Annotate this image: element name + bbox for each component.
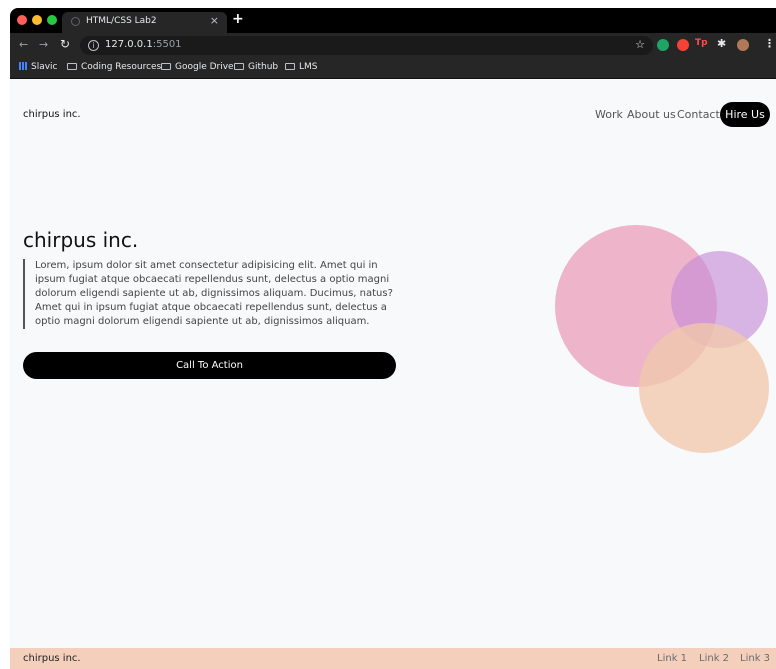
folder-icon [234, 63, 244, 70]
back-arrow-icon[interactable]: ← [19, 38, 28, 51]
url-host: 127.0.0.1 [105, 39, 153, 50]
bar-chart-icon [19, 62, 27, 70]
tab-strip: HTML/CSS Lab2 × + [10, 8, 776, 33]
bookmarks-bar: Slavic Coding Resources Google Drive Git… [10, 58, 776, 79]
browser-window: HTML/CSS Lab2 × + ← → ↻ i 127.0.0.1:5501… [10, 8, 776, 669]
profile-avatar-icon[interactable] [737, 39, 749, 51]
bookmark-google-drive[interactable]: Google Drive [161, 62, 234, 72]
reload-icon[interactable]: ↻ [60, 37, 70, 51]
footer-brand: chirpus inc. [23, 653, 81, 664]
folder-icon [67, 63, 77, 70]
folder-icon [161, 63, 171, 70]
tab-title: HTML/CSS Lab2 [86, 16, 157, 26]
globe-icon [71, 17, 80, 26]
footer-link-3[interactable]: Link 3 [740, 653, 770, 664]
decorative-peach-circle [639, 323, 769, 453]
header-brand[interactable]: chirpus inc. [23, 109, 81, 120]
tab-close-icon[interactable]: × [210, 14, 219, 27]
grammarly-extension-icon[interactable] [657, 39, 669, 51]
bookmark-label: Google Drive [175, 62, 234, 72]
nav-link-contact[interactable]: Contact [677, 108, 720, 121]
new-tab-button[interactable]: + [232, 11, 244, 27]
hire-us-button[interactable]: Hire Us [720, 102, 770, 127]
browser-tab[interactable]: HTML/CSS Lab2 × [62, 12, 227, 33]
maximize-window-icon[interactable] [47, 15, 57, 25]
hero-title: chirpus inc. [23, 228, 139, 252]
puzzle-extensions-icon[interactable]: ✱ [717, 37, 726, 50]
call-to-action-button[interactable]: Call To Action [23, 352, 396, 379]
footer-link-2[interactable]: Link 2 [699, 653, 729, 664]
footer-link-1[interactable]: Link 1 [657, 653, 687, 664]
bookmark-label: Coding Resources [81, 62, 162, 72]
tp-extension-icon[interactable]: Tp [695, 38, 708, 48]
browser-toolbar: ← → ↻ i 127.0.0.1:5501 ☆ Tp ✱ ⋮ [10, 33, 776, 58]
bookmark-github[interactable]: Github [234, 62, 278, 72]
minimize-window-icon[interactable] [32, 15, 42, 25]
nav-link-work[interactable]: Work [595, 108, 623, 121]
kebab-menu-icon[interactable]: ⋮ [764, 37, 775, 50]
bookmark-label: Slavic [31, 62, 58, 72]
bookmark-lms[interactable]: LMS [285, 62, 318, 72]
bookmark-label: LMS [299, 62, 318, 72]
hero-text: Lorem, ipsum dolor sit amet consectetur … [23, 259, 394, 329]
bookmark-slavic[interactable]: Slavic [19, 62, 58, 72]
address-bar[interactable]: i 127.0.0.1:5501 ☆ [80, 36, 653, 55]
nav-link-about[interactable]: About us [627, 108, 676, 121]
web-page: chirpus inc. Work About us Contact Hire … [10, 79, 776, 669]
footer: chirpus inc. Link 1 Link 2 Link 3 [10, 648, 776, 669]
url-text[interactable]: 127.0.0.1:5501 [105, 39, 182, 50]
close-window-icon[interactable] [17, 15, 27, 25]
bookmark-label: Github [248, 62, 279, 72]
adblock-extension-icon[interactable] [677, 39, 689, 51]
forward-arrow-icon[interactable]: → [39, 38, 48, 51]
bookmark-coding-resources[interactable]: Coding Resources [67, 62, 161, 72]
folder-icon [285, 63, 295, 70]
info-icon[interactable]: i [88, 40, 99, 51]
url-port: :5501 [152, 39, 182, 50]
bookmark-star-icon[interactable]: ☆ [635, 38, 645, 51]
